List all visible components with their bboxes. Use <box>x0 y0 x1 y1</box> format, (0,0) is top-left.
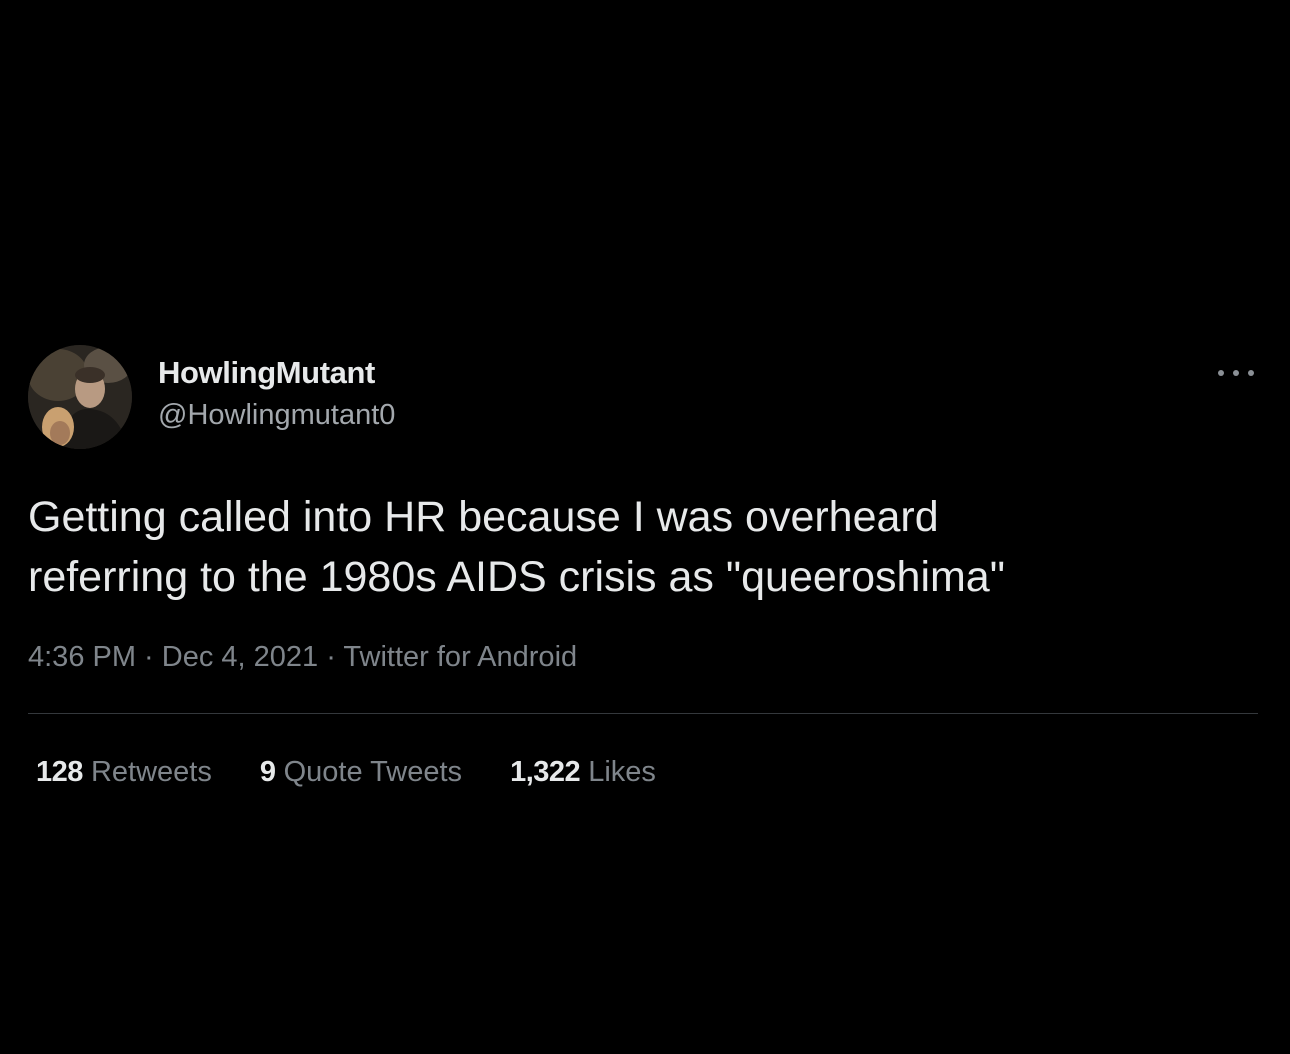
more-horizontal-icon[interactable] <box>1214 363 1258 383</box>
retweets-stat[interactable]: 128 Retweets <box>36 752 212 792</box>
tweet-time[interactable]: 4:36 PM <box>28 641 136 673</box>
meta-separator: · <box>318 641 344 673</box>
display-name[interactable]: HowlingMutant <box>158 355 395 391</box>
tweet-header: HowlingMutant @Howlingmutant0 <box>28 345 1258 453</box>
meta-separator: · <box>136 641 162 673</box>
quote-tweets-stat[interactable]: 9 Quote Tweets <box>260 752 462 792</box>
tweet-text: Getting called into HR because I was ove… <box>28 487 1248 607</box>
likes-count: 1,322 <box>510 756 581 788</box>
retweets-label: Retweets <box>90 756 212 788</box>
tweet-source[interactable]: Twitter for Android <box>343 641 577 673</box>
tweet-card: HowlingMutant @Howlingmutant0 Getting ca… <box>28 345 1258 792</box>
tweet-meta: 4:36 PM · Dec 4, 2021 · Twitter for Andr… <box>28 637 1258 677</box>
likes-stat[interactable]: 1,322 Likes <box>510 752 656 792</box>
tweet-text-line: Getting called into HR because I was ove… <box>28 493 939 541</box>
avatar[interactable] <box>28 345 132 449</box>
tweet-date[interactable]: Dec 4, 2021 <box>162 641 318 673</box>
retweets-count: 128 <box>36 756 83 788</box>
tweet-stats: 128 Retweets 9 Quote Tweets 1,322 Likes <box>28 752 1258 792</box>
user-handle[interactable]: @Howlingmutant0 <box>158 397 395 433</box>
author-info: HowlingMutant @Howlingmutant0 <box>158 355 395 433</box>
quote-tweets-count: 9 <box>259 756 276 788</box>
divider <box>28 713 1258 714</box>
quote-tweets-label: Quote Tweets <box>283 756 463 788</box>
likes-label: Likes <box>588 756 656 788</box>
tweet-text-line: referring to the 1980s AIDS crisis as "q… <box>28 553 1005 601</box>
